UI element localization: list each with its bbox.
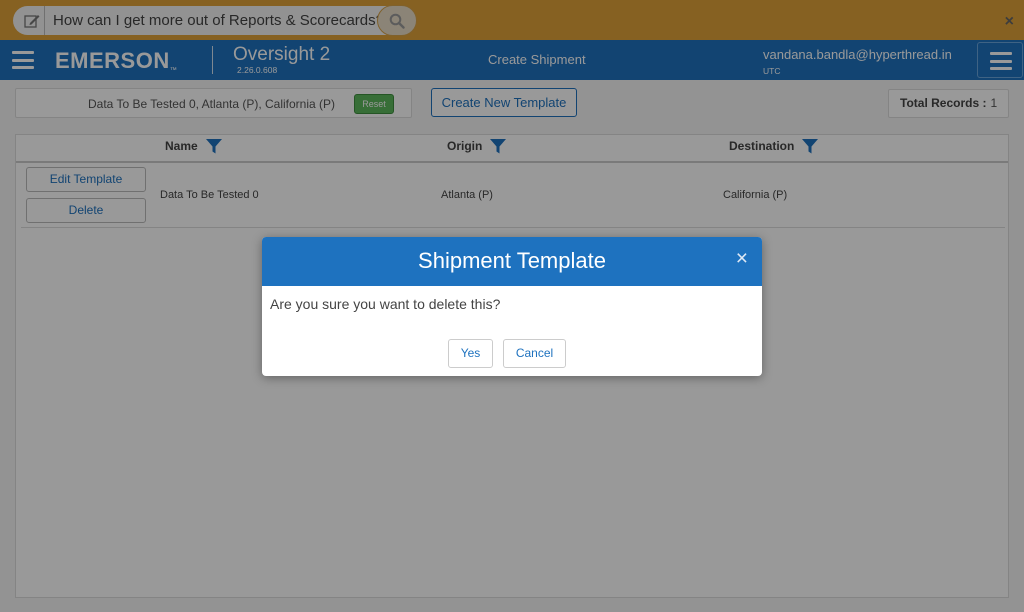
confirm-delete-dialog: Shipment Template × Are you sure you wan… xyxy=(262,237,762,376)
close-icon[interactable]: × xyxy=(736,247,748,271)
dialog-message: Are you sure you want to delete this? xyxy=(270,296,501,312)
dialog-title: Shipment Template xyxy=(418,248,606,273)
cancel-button[interactable]: Cancel xyxy=(503,339,566,368)
yes-button[interactable]: Yes xyxy=(448,339,493,368)
dialog-header: Shipment Template × xyxy=(262,237,762,286)
